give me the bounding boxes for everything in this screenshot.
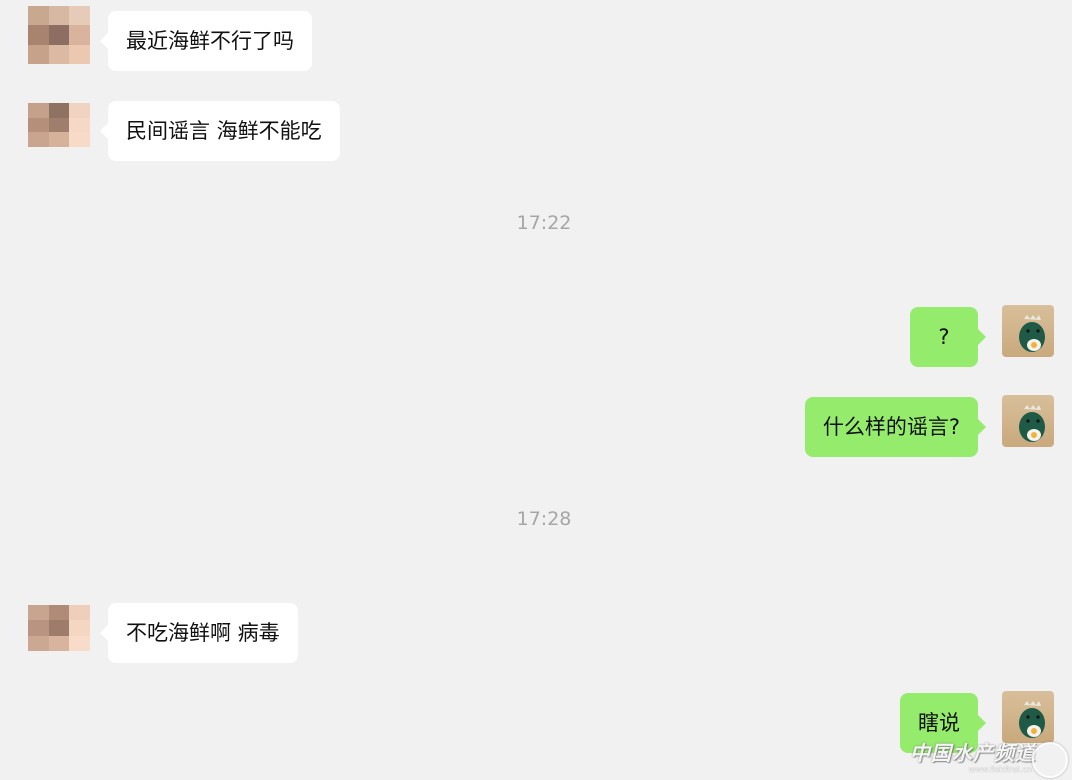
contact-avatar[interactable]	[28, 103, 90, 147]
self-avatar[interactable]	[1002, 691, 1054, 743]
message-bubble-outgoing[interactable]: 什么样的谣言?	[804, 397, 987, 457]
message-bubble-incoming[interactable]: 民间谣言 海鲜不能吃	[100, 101, 340, 161]
chat-timestamp: 17:28	[516, 508, 572, 530]
message-bubble-incoming[interactable]: 最近海鲜不行了吗	[100, 11, 312, 71]
message-text: ?	[938, 324, 950, 349]
message-text: 瞎说	[918, 710, 960, 735]
watermark-logo-icon	[1032, 742, 1068, 778]
message-text: 不吃海鲜啊 病毒	[126, 620, 280, 645]
message-bubble-incoming[interactable]: 不吃海鲜啊 病毒	[100, 603, 298, 663]
self-avatar[interactable]	[1002, 395, 1054, 447]
message-text: 什么样的谣言?	[822, 414, 960, 439]
green-dinosaur-avatar-icon	[1019, 701, 1045, 738]
watermark-url: www.fishfirst.cn	[968, 765, 1032, 774]
message-text: 民间谣言 海鲜不能吃	[126, 118, 322, 143]
self-avatar[interactable]	[1002, 305, 1054, 357]
green-dinosaur-avatar-icon	[1019, 315, 1045, 352]
message-bubble-outgoing[interactable]: ?	[910, 307, 986, 367]
message-text: 最近海鲜不行了吗	[126, 28, 294, 53]
contact-avatar[interactable]	[28, 605, 90, 651]
chat-timestamp: 17:22	[516, 212, 572, 234]
contact-avatar[interactable]	[28, 6, 90, 64]
watermark-text: 中国水产频道	[910, 741, 1036, 765]
green-dinosaur-avatar-icon	[1019, 405, 1045, 442]
